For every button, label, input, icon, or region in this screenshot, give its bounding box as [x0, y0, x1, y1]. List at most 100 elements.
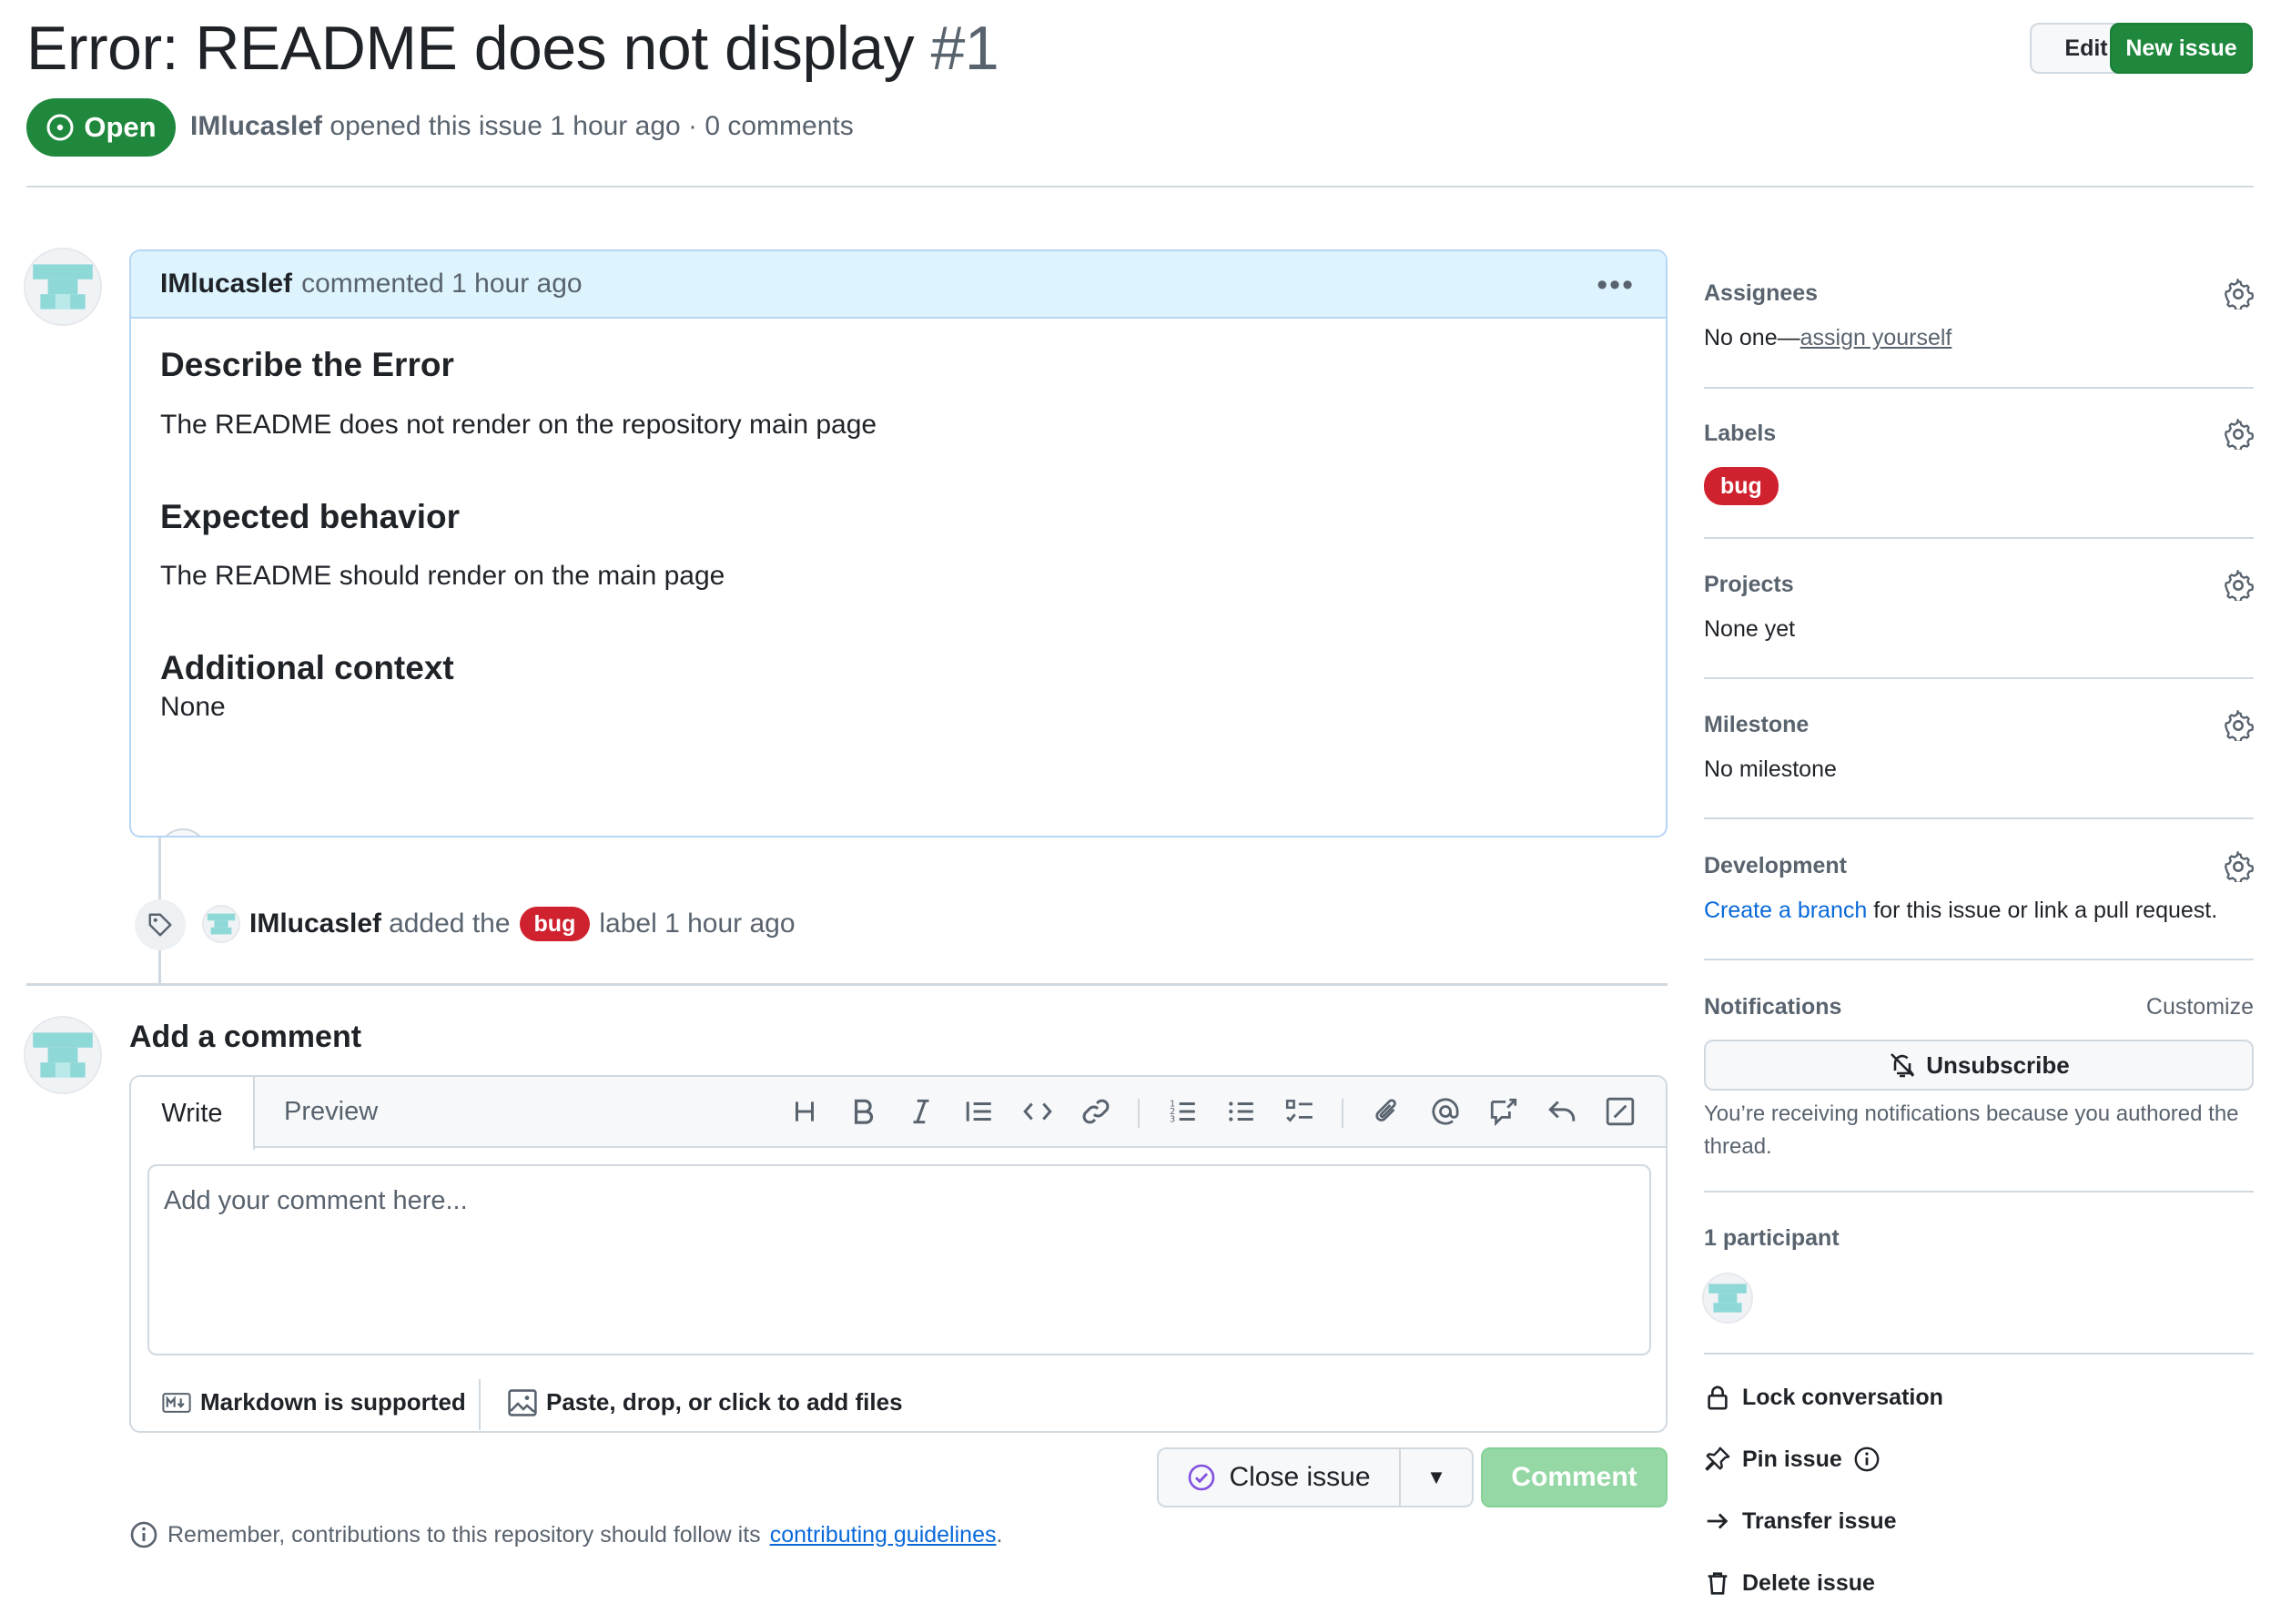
timeline-line [158, 837, 161, 901]
avatar[interactable] [202, 905, 240, 943]
timeline-line [158, 950, 161, 983]
sidebar-assignees: Assignees No one—assign yourself [1704, 279, 2254, 351]
assign-yourself-link[interactable]: assign yourself [1800, 325, 1952, 350]
sidebar-notifications: Notifications Customize [1704, 994, 2254, 1020]
sidebar-divider [1704, 677, 2254, 679]
add-reaction-button[interactable] [158, 828, 208, 836]
triangle-down-icon: ▼ [1426, 1466, 1446, 1488]
unsubscribe-button[interactable]: Unsubscribe [1704, 1040, 2254, 1091]
sidebar-divider [1704, 1191, 2254, 1193]
participant-avatar[interactable] [1702, 1273, 1753, 1324]
issue-author-link[interactable]: IMlucaslef [190, 111, 322, 141]
markdown-icon [162, 1392, 191, 1413]
close-issue-label: Close issue [1229, 1462, 1371, 1492]
transfer-issue-action[interactable]: Transfer issue [1704, 1507, 1897, 1535]
sidebar-development: Development Create a branch for this iss… [1704, 851, 2254, 924]
add-comment-title: Add a comment [129, 1020, 362, 1054]
comment-header: IMlucaslef commented 1 hour ago [131, 251, 1666, 319]
comment-author-link[interactable]: IMlucaslef [160, 269, 292, 299]
check-circle-icon [1189, 1464, 1215, 1491]
unordered-list-icon[interactable] [1225, 1095, 1258, 1128]
sidebar-projects: Projects None yet [1704, 570, 2254, 643]
quote-icon[interactable] [963, 1095, 996, 1128]
reminder-suffix: . [996, 1521, 1003, 1548]
close-issue-group: Close issue ▼ [1157, 1447, 1474, 1507]
heading-context: Additional context [160, 649, 454, 686]
comment-time[interactable]: commented 1 hour ago [301, 269, 583, 299]
editor-footer: Markdown is supported Paste, drop, or cl… [131, 1370, 1666, 1431]
image-icon [508, 1388, 537, 1416]
event-actor-link[interactable]: IMlucaslef [249, 908, 381, 939]
task-list-icon[interactable] [1283, 1095, 1316, 1128]
bold-icon[interactable] [847, 1095, 879, 1128]
contributing-guidelines-link[interactable]: contributing guidelines [770, 1522, 997, 1548]
create-branch-link[interactable]: Create a branch [1704, 898, 1867, 923]
avatar[interactable] [24, 248, 102, 326]
heading-expected: Expected behavior [160, 498, 461, 535]
projects-value: None yet [1704, 616, 1796, 642]
gear-icon[interactable] [2223, 710, 2254, 741]
label-badge-bug[interactable]: bug [1704, 467, 1779, 505]
link-icon[interactable] [1080, 1095, 1112, 1128]
mention-icon[interactable] [1429, 1095, 1462, 1128]
fullscreen-edit-icon[interactable] [1604, 1095, 1637, 1128]
comment-editor: Write Preview 123 Add your comment here.… [129, 1075, 1668, 1433]
attach-files-link[interactable]: Paste, drop, or click to add files [508, 1388, 903, 1416]
toolbar-divider [1138, 1099, 1140, 1128]
sidebar-labels: Labels bug [1704, 419, 2254, 505]
text-describe-error: The README does not render on the reposi… [160, 410, 877, 440]
lock-label: Lock conversation [1742, 1384, 1943, 1410]
status-badge: Open [26, 98, 176, 157]
tag-icon-badge [135, 899, 186, 950]
avatar[interactable] [24, 1016, 102, 1094]
gear-icon[interactable] [2223, 570, 2254, 601]
tab-write[interactable]: Write [131, 1077, 255, 1150]
markdown-text: Markdown is supported [200, 1388, 466, 1416]
code-icon[interactable] [1021, 1095, 1054, 1128]
italic-icon[interactable] [905, 1095, 938, 1128]
close-issue-button[interactable]: Close issue [1159, 1449, 1401, 1506]
comment-options-icon[interactable]: ••• [1597, 268, 1635, 303]
attach-files-text: Paste, drop, or click to add files [546, 1388, 903, 1416]
labels-heading: Labels [1704, 421, 1777, 446]
heading-describe-error: Describe the Error [160, 346, 454, 383]
reply-icon[interactable] [1546, 1095, 1578, 1128]
bell-slash-icon [1891, 1053, 1915, 1078]
sidebar-participants: 1 participant [1704, 1225, 2254, 1252]
gear-icon[interactable] [2223, 279, 2254, 310]
sidebar-divider [1704, 1353, 2254, 1355]
notifications-reason: You’re receiving notifications because y… [1704, 1101, 2239, 1159]
issue-title: Error: README does not display #1 [26, 13, 999, 84]
customize-link[interactable]: Customize [2146, 994, 2254, 1020]
pin-label: Pin issue [1742, 1446, 1842, 1472]
contributing-reminder: Remember, contributions to this reposito… [129, 1520, 1002, 1549]
timeline-divider [26, 983, 1668, 986]
pin-issue-action[interactable]: Pin issue [1704, 1446, 1881, 1473]
sidebar-divider [1704, 387, 2254, 389]
transfer-label: Transfer issue [1742, 1507, 1897, 1534]
pin-icon [1705, 1446, 1730, 1471]
reminder-text: Remember, contributions to this reposito… [167, 1521, 761, 1548]
event-suffix-text: label 1 hour ago [599, 908, 796, 939]
ordered-list-icon[interactable]: 123 [1167, 1095, 1200, 1128]
lock-conversation-action[interactable]: Lock conversation [1704, 1384, 1943, 1411]
delete-issue-action[interactable]: Delete issue [1704, 1569, 1875, 1597]
info-icon[interactable] [1853, 1446, 1881, 1473]
text-context: None [160, 692, 226, 722]
label-event: IMlucaslef added the bug label 1 hour ag… [202, 905, 796, 943]
cross-reference-icon[interactable] [1487, 1095, 1520, 1128]
label-badge-bug[interactable]: bug [519, 907, 591, 941]
comment-button[interactable]: Comment [1481, 1447, 1668, 1507]
editor-toolbar: Write Preview 123 [131, 1077, 1666, 1150]
comment-textarea[interactable]: Add your comment here... [147, 1164, 1651, 1355]
heading-icon[interactable] [788, 1095, 821, 1128]
markdown-supported-link[interactable]: Markdown is supported [162, 1388, 466, 1416]
trash-icon [1708, 1572, 1728, 1595]
arrow-right-icon [1707, 1513, 1728, 1529]
close-options-dropdown[interactable]: ▼ [1401, 1449, 1472, 1506]
gear-icon[interactable] [2223, 419, 2254, 450]
tab-preview[interactable]: Preview [284, 1097, 378, 1127]
paperclip-icon[interactable] [1371, 1095, 1404, 1128]
gear-icon[interactable] [2223, 851, 2254, 882]
new-issue-button[interactable]: New issue [2110, 23, 2253, 74]
